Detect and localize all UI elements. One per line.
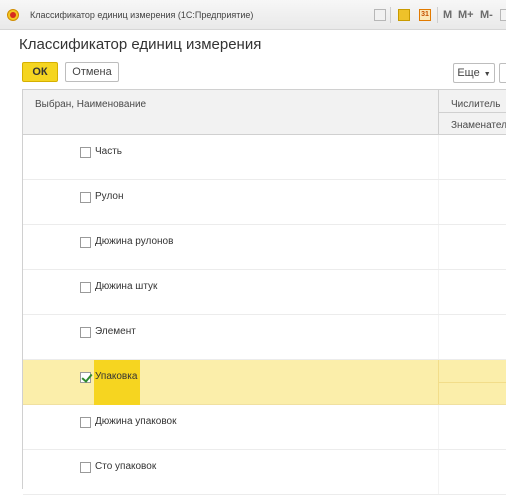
selected-checkbox[interactable] [80, 192, 91, 203]
selected-checkbox[interactable] [80, 417, 91, 428]
column-header-numerator[interactable]: Числитель [451, 99, 500, 110]
unit-name: Дюжина упаковок [95, 416, 177, 427]
unit-name: Сто упаковок [95, 461, 157, 472]
current-cell-highlight [94, 360, 140, 405]
ok-button[interactable]: ОК [22, 62, 58, 82]
unit-name: Элемент [95, 326, 136, 337]
unit-name: Дюжина рулонов [95, 236, 174, 247]
header-row-divider [439, 112, 506, 113]
selected-checkbox[interactable] [80, 282, 91, 293]
more-button[interactable]: Еще ▼ [453, 63, 495, 83]
column-header-name[interactable]: Выбран, Наименование [35, 99, 146, 110]
list-icon[interactable] [398, 9, 410, 21]
calendar-icon[interactable]: 31 [419, 9, 431, 21]
table-row[interactable]: Сто упаковок [23, 450, 506, 495]
table-row[interactable]: Дюжина рулонов [23, 225, 506, 270]
column-divider [438, 270, 439, 314]
column-divider [438, 135, 439, 179]
table-row[interactable]: Дюжина штук [23, 270, 506, 315]
table-row[interactable]: Дюжина упаковок [23, 405, 506, 450]
unit-name: Рулон [95, 191, 124, 202]
units-table: Выбран, Наименование Числитель Знаменате… [22, 89, 506, 495]
column-divider [438, 225, 439, 269]
unit-name: Дюжина штук [95, 281, 158, 292]
column-divider [438, 315, 439, 359]
column-divider [438, 180, 439, 224]
table-row[interactable]: Часть [23, 135, 506, 180]
column-divider [438, 450, 439, 494]
unit-name: Часть [95, 146, 123, 157]
caret-down-icon: ▼ [483, 71, 491, 78]
app-logo-icon[interactable] [7, 9, 19, 21]
selected-checkbox[interactable] [80, 327, 91, 338]
window-title: Классификатор единиц измерения (1С:Предп… [30, 10, 254, 20]
unit-name: Упаковка [95, 371, 138, 382]
table-row[interactable]: Упаковка [23, 360, 506, 405]
memory-plus-button[interactable]: M+ [458, 9, 474, 21]
cancel-button[interactable]: Отмена [65, 62, 119, 82]
window-titlebar: Классификатор единиц измерения (1С:Предп… [0, 0, 506, 30]
column-divider [438, 405, 439, 449]
selected-checkbox[interactable] [80, 147, 91, 158]
page-title: Классификатор единиц измерения [19, 36, 262, 53]
column-header-denominator[interactable]: Знаменатель [451, 120, 506, 131]
overflow-button[interactable] [499, 63, 506, 83]
selected-checkbox[interactable] [80, 237, 91, 248]
window-icon[interactable] [500, 9, 506, 21]
toolbar-divider [437, 7, 438, 23]
memory-m-button[interactable]: M [443, 9, 452, 21]
memory-minus-button[interactable]: M- [480, 9, 493, 21]
table-row[interactable]: Элемент [23, 315, 506, 360]
toolbar-divider [390, 7, 391, 23]
more-button-label: Еще [457, 67, 480, 79]
settings-icon[interactable] [374, 9, 386, 21]
table-row[interactable]: Рулон [23, 180, 506, 225]
cell-divider [439, 382, 506, 383]
selected-checkbox[interactable] [80, 462, 91, 473]
selected-checkbox[interactable] [80, 372, 91, 383]
table-header: Выбран, Наименование Числитель Знаменате… [23, 90, 506, 135]
